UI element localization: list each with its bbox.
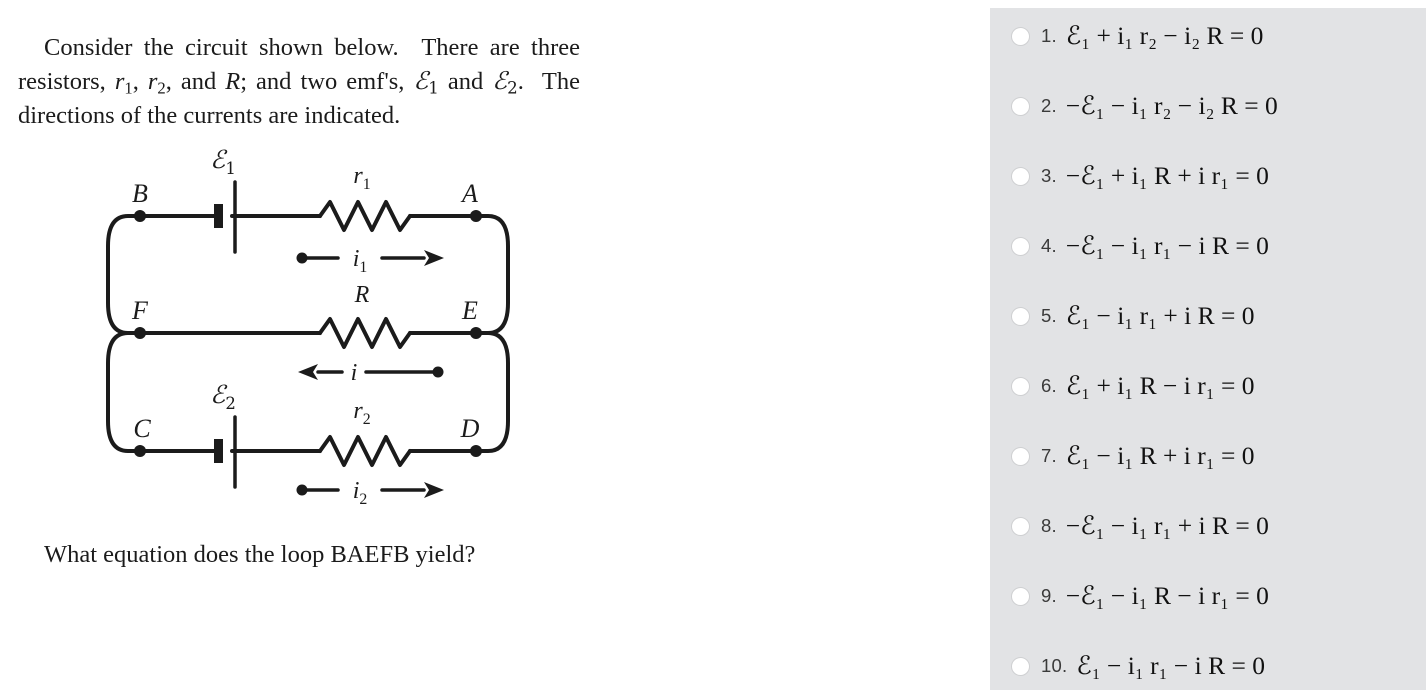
option-row-2[interactable]: 2. −ℰ₁ − i₁ r₂ − i₂ R = 0 (990, 78, 1426, 134)
battery-emf1-short-plate (214, 204, 223, 228)
resistor-label-r1: r1 (353, 163, 370, 193)
resistor-label-R: R (354, 282, 370, 308)
option-row-9[interactable]: 9. −ℰ₁ − i₁ R − i r₁ = 0 (990, 568, 1426, 624)
current-i2-tail-dot (296, 484, 308, 496)
wire-right-upper-arc (474, 214, 510, 335)
option-number-10: 10. (1041, 655, 1068, 676)
radio-button-3[interactable] (1011, 166, 1030, 186)
radio-button-8[interactable] (1011, 516, 1030, 536)
resistor-r2-symbol (318, 435, 412, 467)
current-i-arrowhead (298, 364, 318, 380)
battery-label-emf2: ℰ2 (210, 380, 236, 413)
option-equation-3: −ℰ₁ + i₁ R + i r₁ = 0 (1065, 161, 1269, 190)
node-dot-A (470, 210, 482, 222)
option-row-1[interactable]: 1. ℰ₁ + i₁ r₂ − i₂ R = 0 (990, 8, 1426, 64)
option-equation-2: −ℰ₁ − i₁ r₂ − i₂ R = 0 (1065, 91, 1278, 120)
option-equation-9: −ℰ₁ − i₁ R − i r₁ = 0 (1065, 581, 1269, 610)
option-number-7: 7. (1041, 445, 1057, 466)
option-number-2: 2. (1041, 95, 1057, 116)
node-label-E: E (461, 296, 478, 325)
node-dot-B (134, 210, 146, 222)
node-dot-D (470, 445, 482, 457)
option-number-8: 8. (1041, 515, 1057, 536)
resistor-R-symbol (318, 317, 412, 349)
option-equation-6: ℰ₁ + i₁ R − i r₁ = 0 (1065, 371, 1255, 400)
question-paragraph: What equation does the loop BAEFB yield? (44, 540, 476, 568)
current-i1-tail-dot (296, 252, 308, 264)
current-label-i1: i1 (353, 246, 368, 276)
node-dot-E (470, 327, 482, 339)
current-i-tail-dot (432, 366, 444, 378)
resistor-r1-symbol (318, 200, 412, 232)
problem-column: Consider the circuit shown below. There … (0, 0, 620, 690)
current-i1-arrowhead (424, 250, 444, 266)
radio-button-7[interactable] (1011, 446, 1030, 466)
battery-label-emf1: ℰ1 (210, 145, 236, 178)
radio-button-4[interactable] (1011, 236, 1030, 256)
option-equation-1: ℰ₁ + i₁ r₂ − i₂ R = 0 (1065, 21, 1264, 50)
resistor-label-r2: r2 (353, 398, 370, 428)
radio-button-10[interactable] (1011, 656, 1030, 676)
option-number-5: 5. (1041, 305, 1057, 326)
option-equation-4: −ℰ₁ − i₁ r₁ − i R = 0 (1065, 231, 1269, 260)
circuit-diagram: B A F E C D ℰ1 ℰ2 r1 R r2 i1 i i2 (0, 140, 620, 510)
option-row-6[interactable]: 6. ℰ₁ + i₁ R − i r₁ = 0 (990, 358, 1426, 414)
option-number-4: 4. (1041, 235, 1057, 256)
current-label-i2: i2 (353, 478, 368, 508)
option-number-9: 9. (1041, 585, 1057, 606)
option-number-3: 3. (1041, 165, 1057, 186)
battery-emf2-short-plate (214, 439, 223, 463)
option-row-3[interactable]: 3. −ℰ₁ + i₁ R + i r₁ = 0 (990, 148, 1426, 204)
option-equation-5: ℰ₁ − i₁ r₁ + i R = 0 (1065, 301, 1255, 330)
node-label-B: B (132, 179, 148, 208)
option-equation-7: ℰ₁ − i₁ R + i r₁ = 0 (1065, 441, 1255, 470)
radio-button-1[interactable] (1011, 26, 1030, 46)
option-row-7[interactable]: 7. ℰ₁ − i₁ R + i r₁ = 0 (990, 428, 1426, 484)
option-row-8[interactable]: 8. −ℰ₁ − i₁ r₁ + i R = 0 (990, 498, 1426, 554)
node-label-A: A (460, 179, 478, 208)
option-number-1: 1. (1041, 25, 1057, 46)
current-i2-arrowhead (424, 482, 444, 498)
node-label-D: D (460, 414, 480, 443)
radio-button-6[interactable] (1011, 376, 1030, 396)
option-equation-10: ℰ₁ − i₁ r₁ − i R = 0 (1076, 651, 1266, 680)
answer-options-panel: 1. ℰ₁ + i₁ r₂ − i₂ R = 0 2. −ℰ₁ − i₁ r₂ … (990, 8, 1426, 690)
node-dot-C (134, 445, 146, 457)
radio-button-9[interactable] (1011, 586, 1030, 606)
intro-paragraph: Consider the circuit shown below. There … (18, 33, 581, 129)
option-row-5[interactable]: 5. ℰ₁ − i₁ r₁ + i R = 0 (990, 288, 1426, 344)
radio-button-5[interactable] (1011, 306, 1030, 326)
wire-right-lower-arc (474, 331, 510, 453)
option-number-6: 6. (1041, 375, 1057, 396)
node-label-F: F (131, 296, 149, 325)
radio-button-2[interactable] (1011, 96, 1030, 116)
option-equation-8: −ℰ₁ − i₁ r₁ + i R = 0 (1065, 511, 1269, 540)
node-dot-F (134, 327, 146, 339)
node-label-C: C (133, 414, 151, 443)
option-row-4[interactable]: 4. −ℰ₁ − i₁ r₁ − i R = 0 (990, 218, 1426, 274)
current-label-i: i (351, 360, 358, 386)
option-row-10[interactable]: 10. ℰ₁ − i₁ r₁ − i R = 0 (990, 638, 1426, 694)
